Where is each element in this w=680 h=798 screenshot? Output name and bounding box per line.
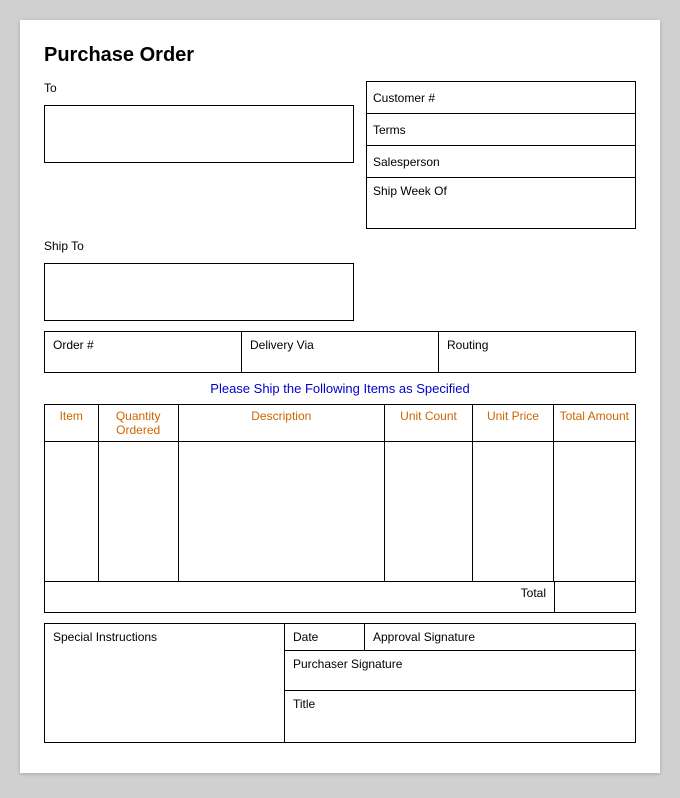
title-cell[interactable]: Title	[285, 691, 635, 727]
page-title: Purchase Order	[44, 44, 636, 67]
right-bottom-col: Date Approval Signature Purchaser Signat…	[285, 624, 635, 742]
total-row: Total	[44, 582, 636, 613]
ship-to-section: Ship To	[44, 239, 636, 321]
col-header-item: Item	[45, 405, 99, 442]
purchase-order-page: Purchase Order To Customer # Terms Sales…	[20, 20, 660, 773]
unit-count-cell[interactable]	[384, 442, 473, 582]
right-col: Customer # Terms Salesperson Ship Week O…	[366, 81, 636, 229]
table-header-row: Item Quantity Ordered Description Unit C…	[45, 405, 636, 442]
ship-to-input[interactable]	[44, 263, 354, 321]
to-label: To	[44, 81, 354, 95]
col-header-qty: Quantity Ordered	[98, 405, 178, 442]
ship-to-left-col: Ship To	[44, 239, 354, 321]
salesperson-field: Salesperson	[367, 146, 635, 178]
total-value[interactable]	[555, 582, 635, 612]
qty-cell[interactable]	[98, 442, 178, 582]
customer-field: Customer #	[367, 82, 635, 114]
purchaser-signature-cell[interactable]: Purchaser Signature	[285, 651, 635, 691]
to-section: To Customer # Terms Salesperson Ship Wee…	[44, 81, 636, 229]
order-row: Order # Delivery Via Routing	[44, 331, 636, 373]
total-label: Total	[45, 582, 555, 612]
ship-week-of-field: Ship Week Of	[367, 178, 635, 228]
table-row	[45, 442, 636, 582]
instructions-header: Please Ship the Following Items as Speci…	[44, 381, 636, 396]
col-header-unit-price: Unit Price	[473, 405, 553, 442]
items-table: Item Quantity Ordered Description Unit C…	[44, 404, 636, 582]
desc-cell[interactable]	[178, 442, 384, 582]
ship-to-label: Ship To	[44, 239, 354, 253]
col-header-total-amount: Total Amount	[553, 405, 635, 442]
item-cell[interactable]	[45, 442, 99, 582]
routing-cell[interactable]: Routing	[439, 332, 635, 372]
bottom-section: Special Instructions Date Approval Signa…	[44, 623, 636, 743]
order-num-cell[interactable]: Order #	[45, 332, 242, 372]
unit-price-cell[interactable]	[473, 442, 553, 582]
approval-signature-cell[interactable]: Approval Signature	[365, 624, 635, 650]
special-instructions-cell[interactable]: Special Instructions	[45, 624, 285, 742]
to-left-col: To	[44, 81, 354, 229]
delivery-via-cell[interactable]: Delivery Via	[242, 332, 439, 372]
terms-field: Terms	[367, 114, 635, 146]
col-header-unit-count: Unit Count	[384, 405, 473, 442]
date-approval-row: Date Approval Signature	[285, 624, 635, 651]
to-input[interactable]	[44, 105, 354, 163]
col-header-description: Description	[178, 405, 384, 442]
date-cell[interactable]: Date	[285, 624, 365, 650]
total-amount-cell[interactable]	[553, 442, 635, 582]
